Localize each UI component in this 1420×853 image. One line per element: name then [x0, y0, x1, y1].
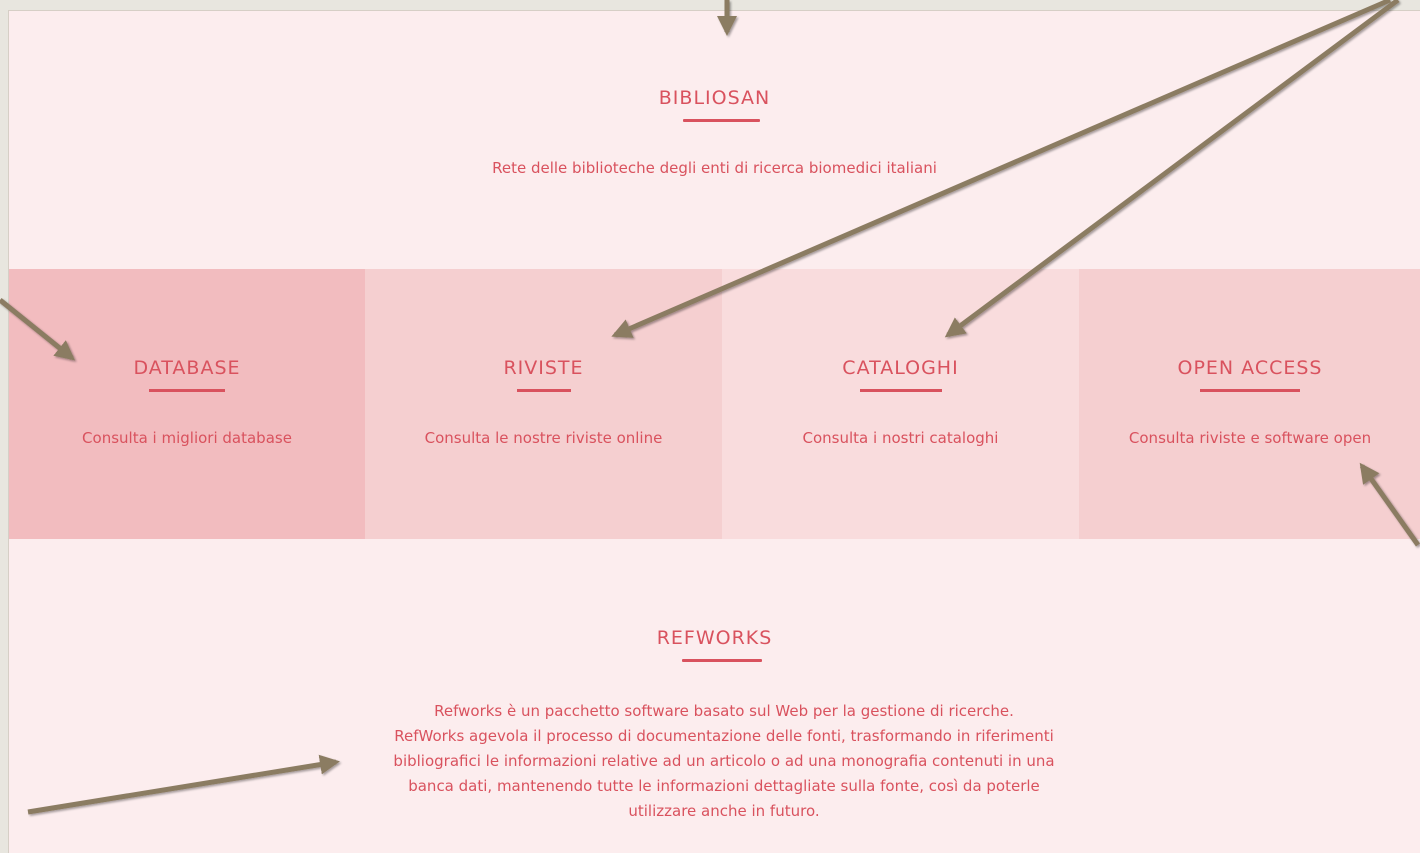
tile-underline: [859, 389, 942, 392]
tile-description: Consulta le nostre riviste online: [424, 429, 663, 447]
refworks-title: REFWORKS: [656, 627, 773, 649]
tile-description: Consulta i migliori database: [82, 429, 292, 447]
refworks-underline: [682, 659, 762, 662]
tile-description: Consulta i nostri cataloghi: [802, 429, 999, 447]
tile-database[interactable]: DATABASE Consulta i migliori database: [9, 269, 365, 539]
page-content: BIBLIOSAN Rete delle biblioteche degli e…: [8, 10, 1420, 853]
refworks-description: Refworks è un pacchetto software basato …: [369, 699, 1079, 824]
tile-title: CATALOGHI: [842, 357, 959, 379]
tile-cataloghi[interactable]: CATALOGHI Consulta i nostri cataloghi: [722, 269, 1079, 539]
tile-title: RIVISTE: [503, 357, 584, 379]
refworks-line: Refworks è un pacchetto software basato …: [434, 702, 1014, 720]
tile-open-access[interactable]: OPEN ACCESS Consulta riviste e software …: [1079, 269, 1420, 539]
tile-riviste[interactable]: RIVISTE Consulta le nostre riviste onlin…: [365, 269, 722, 539]
tile-title: DATABASE: [133, 357, 241, 379]
category-tiles: DATABASE Consulta i migliori database RI…: [9, 269, 1420, 539]
refworks-line: utilizzare anche in futuro.: [628, 802, 820, 820]
page-subtitle: Rete delle biblioteche degli enti di ric…: [492, 159, 937, 177]
refworks-line: RefWorks agevola il processo di document…: [394, 727, 1054, 745]
tile-underline: [516, 389, 571, 392]
refworks-line: bibliografici le informazioni relative a…: [393, 752, 1055, 770]
title-underline: [683, 119, 760, 122]
screenshot-frame: BIBLIOSAN Rete delle biblioteche degli e…: [0, 0, 1420, 853]
tile-title: OPEN ACCESS: [1177, 357, 1323, 379]
refworks-line: banca dati, mantenendo tutte le informaz…: [408, 777, 1040, 795]
tile-underline: [149, 389, 225, 392]
tile-description: Consulta riviste e software open: [1128, 429, 1372, 447]
page-title: BIBLIOSAN: [658, 87, 771, 109]
tile-underline: [1200, 389, 1300, 392]
